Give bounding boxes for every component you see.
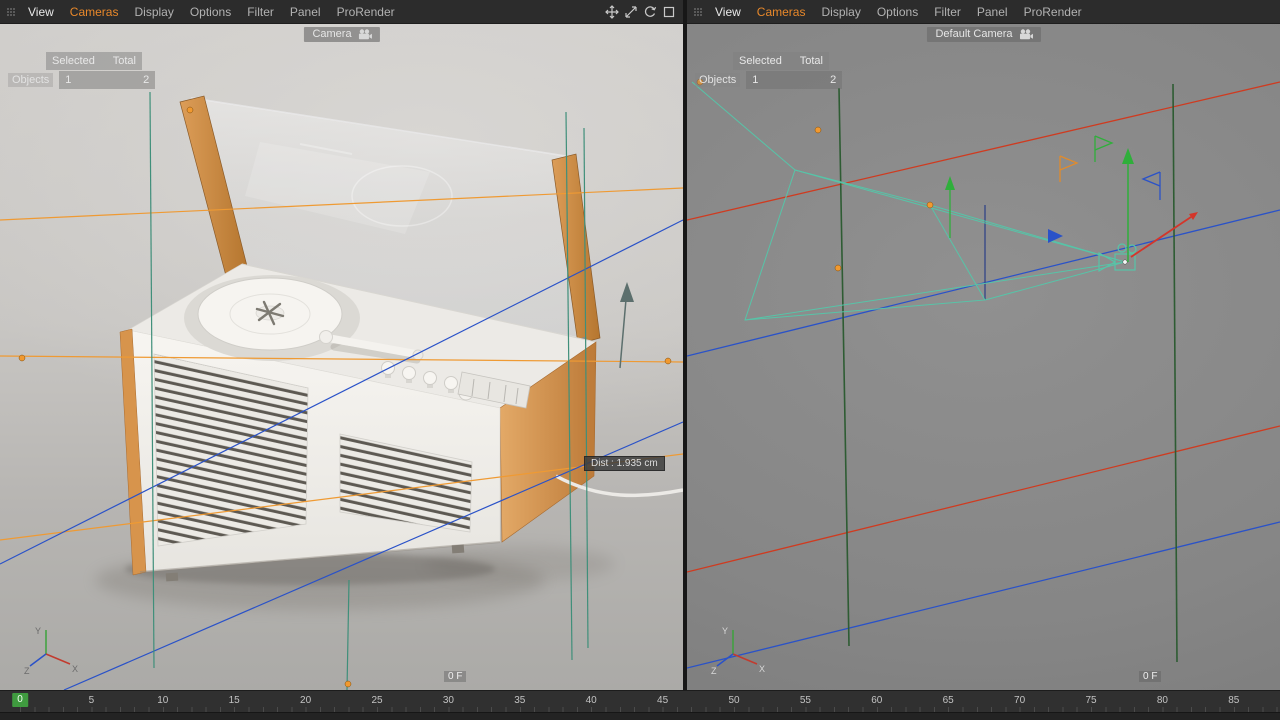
- hud-objects-values: 1 2: [746, 71, 842, 89]
- menu-cameras[interactable]: Cameras: [62, 5, 127, 19]
- hud-header: Selected Total: [46, 52, 142, 70]
- menu-cameras[interactable]: Cameras: [749, 5, 814, 19]
- timeline-tick[interactable]: 15: [229, 695, 240, 706]
- camera-frustum[interactable]: [692, 82, 1125, 320]
- menu-filter[interactable]: Filter: [239, 5, 282, 19]
- hud-objects-label: Objects: [695, 73, 740, 87]
- dolly-icon[interactable]: [623, 4, 639, 20]
- movie-camera-icon: [358, 29, 373, 40]
- axis-z-label: Z: [24, 666, 30, 676]
- rotate-icon[interactable]: [642, 4, 658, 20]
- movie-camera-icon: [1019, 29, 1034, 40]
- timeline-footer-strip: [0, 712, 1280, 720]
- axis-z-label: Z: [711, 666, 717, 676]
- viewport-right: View Cameras Display Options Filter Pane…: [687, 0, 1280, 690]
- viewport-canvas-right[interactable]: Default Camera Selected Total Objec: [687, 24, 1280, 690]
- frame-indicator-right: 0 F: [1139, 671, 1161, 682]
- selection-hud-left: Selected Total Objects 1 2: [8, 51, 155, 89]
- hud-objects-label: Objects: [8, 73, 53, 87]
- camera-pivot-point[interactable]: [1123, 260, 1127, 264]
- frame-indicator-left: 0 F: [444, 671, 466, 682]
- hud-objects-values: 1 2: [59, 71, 155, 89]
- timeline-tick[interactable]: 70: [1014, 695, 1025, 706]
- spline-red[interactable]: [687, 82, 1280, 572]
- axis-x-label: X: [72, 664, 78, 674]
- menu-prorender[interactable]: ProRender: [1016, 5, 1090, 19]
- timeline-tick[interactable]: 80: [1157, 695, 1168, 706]
- timeline-tick[interactable]: 10: [157, 695, 168, 706]
- timeline-ruler[interactable]: 0 5 10 15 20 25 30 35 40 45 50 55 60 65 …: [0, 690, 1280, 712]
- viewport-nav-icons: [604, 4, 677, 20]
- menu-panel[interactable]: Panel: [969, 5, 1016, 19]
- spline-points[interactable]: [19, 107, 671, 687]
- camera-name-label: Camera: [312, 28, 351, 40]
- menu-view[interactable]: View: [707, 5, 749, 19]
- menu-options[interactable]: Options: [869, 5, 926, 19]
- viewport-row: View Cameras Display Options Filter Pane…: [0, 0, 1280, 690]
- timeline-tick[interactable]: 40: [586, 695, 597, 706]
- axis-y-label: Y: [35, 626, 41, 636]
- menu-view[interactable]: View: [20, 5, 62, 19]
- viewport-left: View Cameras Display Options Filter Pane…: [0, 0, 683, 690]
- timeline-tick[interactable]: 45: [657, 695, 668, 706]
- camera-dropdown[interactable]: Camera: [303, 27, 379, 42]
- hud-header: Selected Total: [733, 52, 829, 70]
- camera-dropdown[interactable]: Default Camera: [926, 27, 1040, 42]
- timeline-tick[interactable]: 60: [871, 695, 882, 706]
- spline-overlay-left[interactable]: [0, 24, 683, 690]
- viewport-menubar-right: View Cameras Display Options Filter Pane…: [687, 0, 1280, 24]
- wireframe-scene[interactable]: [687, 24, 1280, 690]
- spline-direction-arrow: [620, 282, 634, 368]
- menu-filter[interactable]: Filter: [926, 5, 969, 19]
- spline-darkgreen[interactable]: [839, 84, 1177, 662]
- c4d-dual-viewport: View Cameras Display Options Filter Pane…: [0, 0, 1280, 720]
- camera-name-label: Default Camera: [935, 28, 1012, 40]
- spline-blue[interactable]: [687, 210, 1280, 668]
- menu-display[interactable]: Display: [813, 5, 868, 19]
- selection-hud-right: Selected Total Objects 1 2: [695, 51, 842, 89]
- timeline-tick[interactable]: 35: [514, 695, 525, 706]
- timeline-tick[interactable]: 85: [1228, 695, 1239, 706]
- menu-grip-icon[interactable]: [6, 7, 16, 17]
- spline-blue[interactable]: [0, 220, 683, 690]
- viewport-menubar-left: View Cameras Display Options Filter Pane…: [0, 0, 683, 24]
- menu-grip-icon[interactable]: [693, 7, 703, 17]
- timeline-playhead[interactable]: 0: [12, 693, 28, 707]
- world-axis-gizmo-right: Y Z X: [709, 620, 767, 678]
- maximize-icon[interactable]: [661, 4, 677, 20]
- axis-y-label: Y: [722, 626, 728, 636]
- menu-panel[interactable]: Panel: [282, 5, 329, 19]
- world-axis-gizmo-left: Y Z X: [22, 620, 80, 678]
- timeline-tick[interactable]: 20: [300, 695, 311, 706]
- pan-icon[interactable]: [604, 4, 620, 20]
- timeline-tick[interactable]: 65: [943, 695, 954, 706]
- menu-prorender[interactable]: ProRender: [329, 5, 403, 19]
- menu-options[interactable]: Options: [182, 5, 239, 19]
- spline-teal[interactable]: [150, 92, 588, 690]
- timeline-tick[interactable]: 25: [371, 695, 382, 706]
- spline-orange[interactable]: [0, 188, 683, 540]
- timeline-tick[interactable]: 75: [1085, 695, 1096, 706]
- timeline-tick[interactable]: 50: [728, 695, 739, 706]
- viewport-canvas-left[interactable]: Camera Selected Total Objects: [0, 24, 683, 690]
- axis-x-label: X: [759, 664, 765, 674]
- menu-display[interactable]: Display: [126, 5, 181, 19]
- distance-tooltip: Dist : 1.935 cm: [584, 456, 665, 471]
- timeline-tick[interactable]: 5: [89, 695, 95, 706]
- timeline-tick[interactable]: 30: [443, 695, 454, 706]
- timeline-tick[interactable]: 55: [800, 695, 811, 706]
- camera-wireframe-object[interactable]: [1099, 244, 1136, 271]
